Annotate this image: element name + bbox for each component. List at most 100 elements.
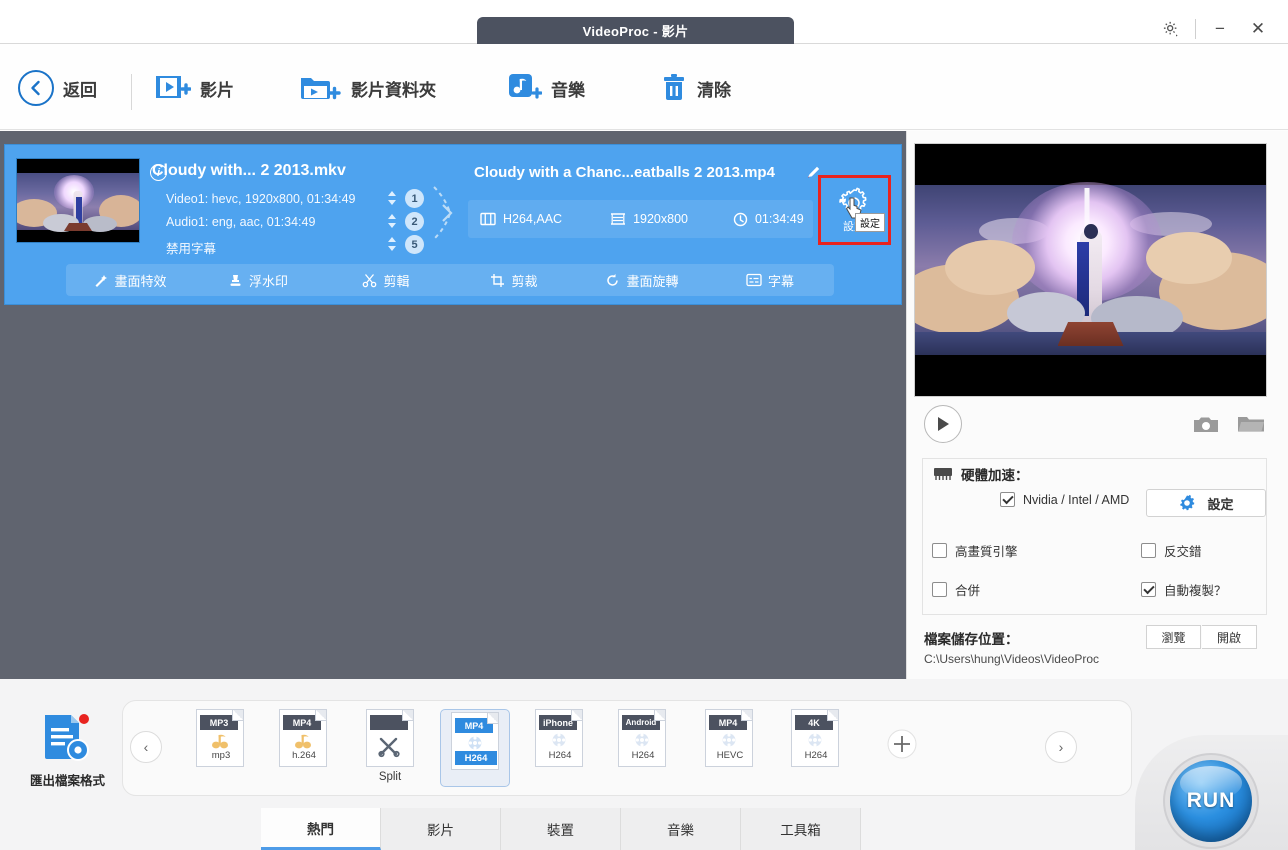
output-info-row: H264,AAC 1920x800 01:34:49 bbox=[468, 200, 813, 238]
minimize-button[interactable]: − bbox=[1204, 16, 1236, 42]
camera-icon[interactable] bbox=[1193, 415, 1219, 434]
preset-bottom-label: H264 bbox=[631, 749, 655, 761]
plus-icon[interactable] bbox=[885, 727, 919, 761]
film-reel-icon bbox=[452, 735, 498, 751]
output-resolution-cell: 1920x800 bbox=[610, 212, 688, 226]
gear-blue-icon bbox=[1180, 494, 1195, 511]
rotate-button[interactable]: 畫面旋轉 bbox=[578, 271, 706, 290]
save-location-path: C:\Users\hung\Videos\VideoProc bbox=[924, 652, 1099, 666]
back-arrow-icon bbox=[18, 70, 54, 106]
film-reel-icon bbox=[619, 732, 665, 748]
edit-toolbar: 畫面特效 浮水印 剪輯 剪裁 畫面旋轉 字幕 bbox=[66, 264, 834, 296]
export-format-label: 匯出檔案格式 bbox=[29, 774, 105, 788]
tools-icon bbox=[367, 736, 413, 758]
resolution-icon bbox=[611, 213, 626, 225]
deinterlace-option[interactable]: 高畫質引擎 bbox=[932, 541, 1018, 560]
preset-tag bbox=[370, 715, 408, 730]
subtitle-label: 字幕 bbox=[767, 273, 794, 289]
browse-button[interactable]: 瀏覽 bbox=[1146, 625, 1201, 649]
preset-bottom-label: H264 bbox=[804, 749, 828, 761]
preset-mp4-h264-audio[interactable]: MP4 h.264 bbox=[268, 709, 338, 787]
run-label: RUN bbox=[1186, 789, 1236, 812]
clear-label: 清除 bbox=[697, 80, 731, 100]
film-reel-icon bbox=[792, 732, 838, 748]
hw-vendors-row[interactable]: Nvidia / Intel / AMD bbox=[1000, 492, 1129, 507]
effect-button[interactable]: 畫面特效 bbox=[66, 271, 194, 290]
merge-checkbox[interactable] bbox=[932, 582, 947, 597]
hw-vendors-checkbox[interactable] bbox=[1000, 492, 1015, 507]
stamp-icon bbox=[230, 274, 241, 286]
output-resolution-label: 1920x800 bbox=[633, 212, 688, 226]
settings-gear-icon[interactable] bbox=[1155, 16, 1187, 42]
merge-option[interactable]: 合併 bbox=[932, 580, 980, 599]
deinterlace-label: 高畫質引擎 bbox=[955, 545, 1018, 559]
tab-device[interactable]: 裝置 bbox=[501, 808, 621, 850]
preset-iphone-h264[interactable]: iPhone H264 bbox=[524, 709, 594, 787]
stream-audio-index: 2 bbox=[405, 212, 424, 231]
preset-file-icon: MP4 HEVC bbox=[705, 709, 753, 767]
title-bar: VideoProc - 影片 − ✕ bbox=[0, 0, 1288, 44]
tab-toolbox[interactable]: 工具箱 bbox=[741, 808, 861, 850]
preset-file-icon: Android H264 bbox=[618, 709, 666, 767]
tab-music[interactable]: 音樂 bbox=[621, 808, 741, 850]
subtitle-button[interactable]: 字幕 bbox=[706, 271, 834, 290]
add-music-button[interactable]: 音樂 bbox=[508, 62, 585, 114]
antiinterlace-option[interactable]: 反交錯 bbox=[1141, 541, 1202, 560]
play-button[interactable] bbox=[924, 405, 962, 443]
preset-prev-button[interactable]: ‹ bbox=[130, 731, 162, 763]
preset-tag: MP4 bbox=[709, 715, 747, 730]
tab-video[interactable]: 影片 bbox=[381, 808, 501, 850]
open-folder-button[interactable]: 開啟 bbox=[1202, 625, 1257, 649]
preset-4k-h264[interactable]: 4K H264 bbox=[780, 709, 850, 787]
preset-file-icon: MP3 mp3 bbox=[196, 709, 244, 767]
chip-icon bbox=[934, 467, 952, 480]
preset-mp3[interactable]: MP3 mp3 bbox=[185, 709, 255, 787]
preset-tag: MP4 bbox=[455, 718, 493, 733]
preset-tag: MP3 bbox=[200, 715, 238, 730]
magic-wand-icon bbox=[95, 274, 108, 287]
crop-icon bbox=[491, 273, 505, 287]
export-format-icon bbox=[45, 714, 89, 761]
preset-mp4-h264[interactable]: MP4 H264 bbox=[440, 709, 510, 787]
add-video-folder-button[interactable]: 影片資料夾 bbox=[300, 62, 436, 114]
stream-audio-stepper[interactable] bbox=[388, 213, 397, 229]
autocopy-option[interactable]: 自動複製？ bbox=[1141, 580, 1227, 599]
tab-popular[interactable]: 熱門 bbox=[261, 808, 381, 850]
rotate-icon bbox=[607, 273, 619, 286]
hw-settings-button[interactable]: 設定 bbox=[1146, 489, 1266, 517]
add-music-icon bbox=[508, 71, 543, 105]
watermark-button[interactable]: 浮水印 bbox=[194, 271, 322, 290]
folder-icon[interactable] bbox=[1237, 414, 1265, 434]
autocopy-checkbox[interactable] bbox=[1141, 582, 1156, 597]
antiinterlace-checkbox[interactable] bbox=[1141, 543, 1156, 558]
hw-accel-title: 硬體加速： bbox=[932, 464, 1029, 484]
run-button[interactable]: RUN bbox=[1170, 760, 1252, 842]
back-button[interactable]: 返回 bbox=[18, 62, 97, 114]
stream-video-stepper[interactable] bbox=[388, 190, 397, 206]
preset-file-icon: MP4 H264 bbox=[451, 712, 499, 770]
output-codec-label: H264,AAC bbox=[503, 212, 563, 226]
preset-next-button[interactable]: › bbox=[1045, 731, 1077, 763]
window-controls: − ✕ bbox=[1155, 16, 1274, 42]
add-video-button[interactable]: 影片 bbox=[155, 62, 234, 114]
preset-file-icon: MP4 h.264 bbox=[279, 709, 327, 767]
video-preview[interactable] bbox=[914, 143, 1267, 397]
trim-button[interactable]: 剪輯 bbox=[322, 271, 450, 290]
preset-tag: iPhone bbox=[539, 715, 577, 730]
play-icon bbox=[938, 417, 949, 431]
preset-bottom-label: HEVC bbox=[716, 749, 744, 761]
preset-label: Split bbox=[378, 771, 402, 783]
crop-button[interactable]: 剪裁 bbox=[450, 271, 578, 290]
stream-subtitle-stepper[interactable] bbox=[388, 236, 397, 252]
save-location-title: 檔案儲存位置： bbox=[924, 632, 1019, 647]
preset-mp4-hevc[interactable]: MP4 HEVC bbox=[694, 709, 764, 787]
preset-android-h264[interactable]: Android H264 bbox=[607, 709, 677, 787]
codec-icon bbox=[480, 212, 496, 226]
preset-split[interactable]: Split bbox=[355, 709, 425, 787]
antiinterlace-label: 反交錯 bbox=[1164, 545, 1202, 559]
deinterlace-checkbox[interactable] bbox=[932, 543, 947, 558]
stream-video-label: Video1: hevc, 1920x800, 01:34:49 bbox=[166, 192, 356, 206]
add-video-folder-icon bbox=[300, 72, 342, 104]
close-button[interactable]: ✕ bbox=[1242, 16, 1274, 42]
clear-button[interactable]: 清除 bbox=[660, 62, 731, 114]
